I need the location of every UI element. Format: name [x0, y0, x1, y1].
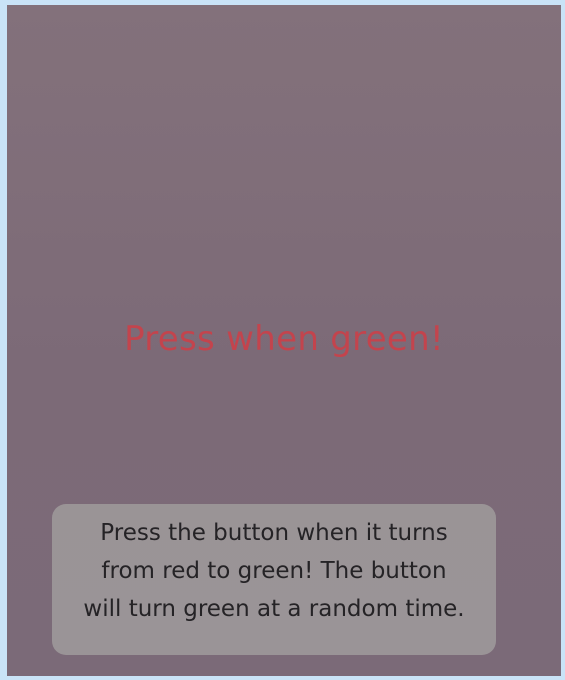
instructions-line-2: from red to green! The button: [101, 558, 447, 584]
instructions-line-1: Press the button when it turns: [100, 520, 448, 546]
instructions-box: Press the button when it turns from red …: [52, 504, 496, 655]
instructions-line-3: will turn green at a random time.: [83, 596, 465, 622]
press-when-green-label: Press when green!: [124, 319, 444, 359]
reaction-game-area: Press when green! Press the button when …: [7, 5, 561, 676]
